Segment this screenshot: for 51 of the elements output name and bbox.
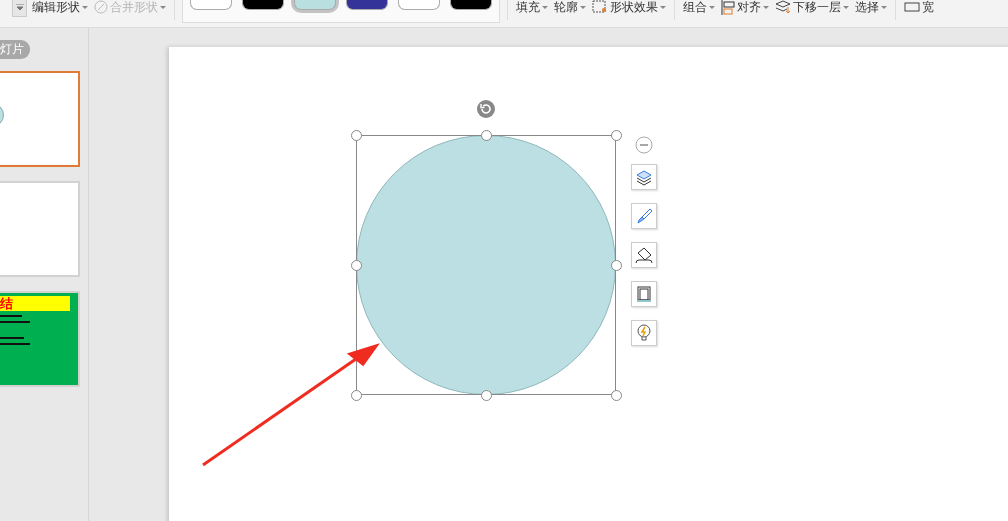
toolbar-button[interactable]: 形状效果 bbox=[591, 0, 667, 18]
caret-icon bbox=[660, 5, 666, 9]
rotate-handle[interactable] bbox=[477, 100, 495, 118]
caret-icon bbox=[160, 5, 166, 9]
text-line bbox=[0, 337, 24, 339]
caret-icon bbox=[580, 5, 586, 9]
gallery-scroll-button[interactable] bbox=[12, 0, 27, 17]
toolbar-button[interactable]: 选择 bbox=[854, 0, 888, 18]
paint-bucket-icon bbox=[634, 245, 654, 265]
caret-icon bbox=[82, 5, 88, 9]
toolbar-button[interactable]: 下移一层 bbox=[774, 0, 850, 18]
caret-icon bbox=[763, 5, 769, 9]
resize-handle[interactable] bbox=[351, 130, 362, 141]
text-line bbox=[0, 315, 22, 317]
slide-thumbnail[interactable] bbox=[0, 71, 80, 167]
merge-icon bbox=[94, 0, 108, 14]
toolbar-button[interactable]: 组合 bbox=[682, 0, 716, 18]
slide-thumbnail[interactable] bbox=[0, 181, 80, 277]
effects-icon bbox=[592, 0, 608, 14]
align-icon bbox=[721, 0, 735, 15]
caret-icon bbox=[881, 5, 887, 9]
side-tool-button[interactable] bbox=[631, 164, 657, 190]
caret-icon bbox=[709, 5, 715, 9]
resize-handle[interactable] bbox=[611, 260, 622, 271]
toolbar-button[interactable]: 对齐 bbox=[720, 0, 770, 18]
width-icon bbox=[904, 1, 920, 13]
resize-handle[interactable] bbox=[481, 390, 492, 401]
resize-handle[interactable] bbox=[351, 260, 362, 271]
side-tool-button[interactable] bbox=[631, 242, 657, 268]
circle-shape[interactable] bbox=[356, 135, 616, 395]
resize-handle[interactable] bbox=[481, 130, 492, 141]
resize-handle[interactable] bbox=[351, 390, 362, 401]
resize-handle[interactable] bbox=[611, 390, 622, 401]
brush-icon bbox=[634, 206, 654, 226]
slide-title: 结 bbox=[0, 296, 70, 311]
layers-icon bbox=[775, 0, 791, 14]
caret-icon bbox=[15, 4, 24, 10]
text-line bbox=[0, 321, 30, 323]
collapse-icon[interactable] bbox=[635, 136, 653, 154]
resize-handle[interactable] bbox=[611, 130, 622, 141]
text-line bbox=[0, 343, 30, 345]
slide-thumbnail[interactable]: 结 bbox=[0, 291, 80, 387]
caret-icon bbox=[843, 5, 849, 9]
frame-icon bbox=[634, 284, 654, 304]
side-tool-button[interactable] bbox=[631, 281, 657, 307]
toolbar-button[interactable]: 宽 bbox=[903, 0, 935, 18]
toolbar-button[interactable]: 轮廓 bbox=[553, 0, 587, 18]
toolbar-button[interactable]: 填充 bbox=[515, 0, 549, 18]
lightbulb-icon bbox=[634, 323, 654, 343]
caret-icon bbox=[542, 5, 548, 9]
toolbar-button[interactable]: 编辑形状 bbox=[31, 0, 89, 18]
